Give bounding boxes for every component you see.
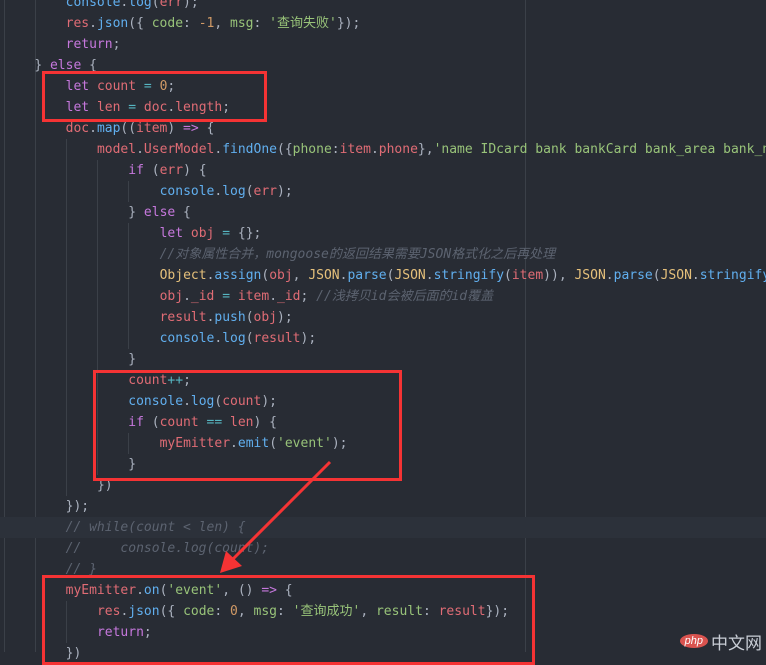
arrow-icon <box>220 460 332 573</box>
watermark-logo: php <box>679 634 708 648</box>
watermark-text: 中文网 <box>711 633 762 654</box>
code-editor[interactable]: console.log(err); res.json({ code: -1, ms… <box>0 0 766 665</box>
watermark: php 中文网 <box>679 630 762 654</box>
